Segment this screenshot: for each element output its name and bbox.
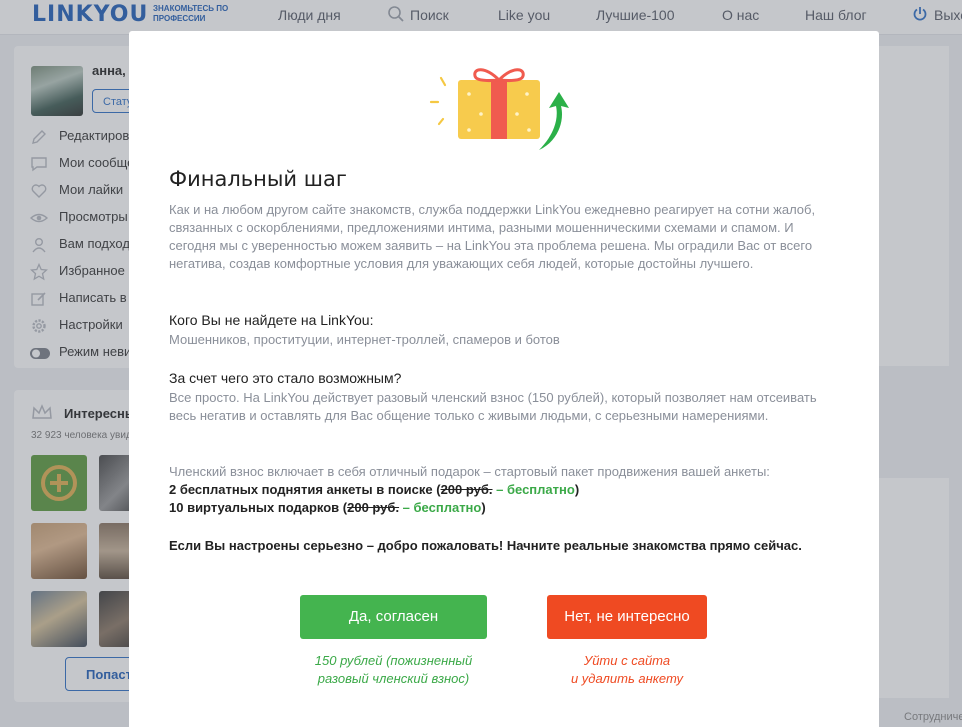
intro-paragraph: Как и на любом другом сайте знакомств, с… xyxy=(169,202,816,271)
gift-line-boosts: 2 бесплатных поднятия анкеты в поиске (2… xyxy=(169,482,580,497)
how-heading: За счет чего это стало возможным? xyxy=(169,370,402,386)
how-text: Все просто. На LinkYou действует разовый… xyxy=(169,390,817,423)
decline-note: Уйти с сайта и удалить анкету xyxy=(570,653,684,686)
accept-note: 150 рублей (пожизненный разовый членский… xyxy=(314,653,473,686)
free-label: бесплатно xyxy=(506,482,575,497)
old-price: 200 руб. xyxy=(347,500,400,515)
accept-button[interactable]: Да, согласен xyxy=(300,595,487,639)
decline-button[interactable]: Нет, не интересно xyxy=(547,595,707,639)
not-found-text: Мошенников, проституции, интернет-тролле… xyxy=(169,332,560,347)
modal-title: Финальный шаг xyxy=(169,167,347,191)
not-found-heading: Кого Вы не найдете на LinkYou: xyxy=(169,312,374,328)
old-price: 200 руб. xyxy=(440,482,493,497)
gift-line-virtual-gifts: 10 виртуальных подарков (200 руб. – бесп… xyxy=(169,500,486,515)
fee-intro: Членский взнос включает в себя отличный … xyxy=(169,464,770,479)
final-step-modal: Финальный шаг Как и на любом другом сайт… xyxy=(129,31,879,727)
call-to-action: Если Вы настроены серьезно – добро пожал… xyxy=(169,538,802,553)
gift-icon xyxy=(429,64,579,159)
free-label: бесплатно xyxy=(413,500,482,515)
